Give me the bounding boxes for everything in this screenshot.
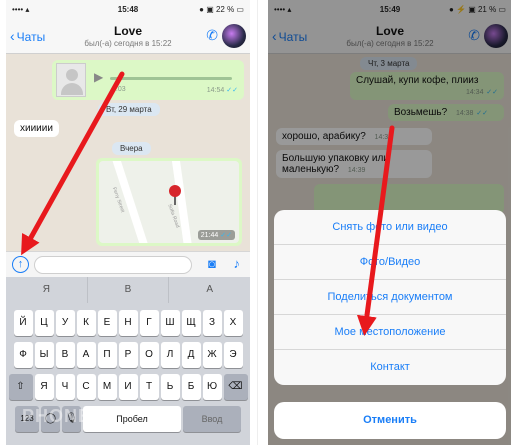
prediction-1[interactable]: Я bbox=[6, 277, 88, 303]
key[interactable]: Т bbox=[139, 374, 159, 400]
right-chat-screen: •••• ▴ 15:49 ● ⚡ ▣ 21 % ▭ ‹ Чаты Love был… bbox=[268, 0, 511, 445]
key[interactable]: Ш bbox=[160, 310, 180, 336]
key[interactable]: О bbox=[139, 342, 159, 368]
read-ticks-icon: ✓✓ bbox=[226, 87, 238, 94]
read-ticks-icon: ✓✓ bbox=[220, 232, 232, 239]
microphone-icon[interactable]: ♪ bbox=[234, 256, 241, 271]
key[interactable]: Р bbox=[118, 342, 138, 368]
watermark-logo: PHONES bbox=[22, 406, 105, 426]
avatar[interactable] bbox=[222, 24, 246, 48]
take-photo-video-option[interactable]: Снять фото или видео bbox=[274, 210, 506, 245]
share-document-option[interactable]: Поделиться документом bbox=[274, 280, 506, 315]
date-separator: Вчера bbox=[112, 142, 151, 155]
photo-video-option[interactable]: Фото/Видео bbox=[274, 245, 506, 280]
message-input[interactable] bbox=[34, 256, 192, 274]
camera-icon[interactable]: ◙ bbox=[208, 256, 216, 271]
play-icon[interactable]: ▶ bbox=[94, 70, 103, 84]
divider bbox=[257, 0, 258, 445]
battery-indicator: ● ▣ 22 % ▭ bbox=[199, 5, 244, 14]
status-bar: •••• ▴ 15:48 ● ▣ 22 % ▭ bbox=[6, 0, 250, 18]
key[interactable]: Ь bbox=[160, 374, 180, 400]
key[interactable]: И bbox=[118, 374, 138, 400]
chat-header: ‹ Чаты Love был(-а) сегодня в 15:22 ✆ bbox=[6, 18, 250, 54]
key[interactable]: Ф bbox=[13, 342, 33, 368]
key[interactable]: В bbox=[55, 342, 75, 368]
key[interactable]: Й bbox=[13, 310, 33, 336]
incoming-message[interactable]: хиииии bbox=[14, 120, 59, 137]
message-input-bar: ↑ ◙ ♪ bbox=[6, 251, 250, 277]
return-key[interactable]: Ввод bbox=[183, 406, 241, 432]
key[interactable]: Е bbox=[97, 310, 117, 336]
key[interactable]: М bbox=[97, 374, 117, 400]
message-time: 14:54 ✓✓ bbox=[206, 87, 238, 94]
shift-key[interactable]: ⇧ bbox=[8, 374, 33, 400]
key[interactable]: К bbox=[76, 310, 96, 336]
key[interactable]: П bbox=[97, 342, 117, 368]
key[interactable]: Я bbox=[34, 374, 54, 400]
key[interactable]: Х bbox=[223, 310, 243, 336]
key[interactable]: Ю bbox=[202, 374, 222, 400]
contact-option[interactable]: Контакт bbox=[274, 350, 506, 385]
backspace-key[interactable]: ⌫ bbox=[223, 374, 248, 400]
key[interactable]: З bbox=[202, 310, 222, 336]
attachment-action-sheet: Снять фото или видео Фото/Видео Поделить… bbox=[274, 210, 506, 385]
key[interactable]: Э bbox=[223, 342, 243, 368]
message-text: хиииии bbox=[20, 123, 53, 134]
prediction-bar: Я В А bbox=[6, 277, 250, 303]
left-chat-screen: •••• ▴ 15:48 ● ▣ 22 % ▭ ‹ Чаты Love был(-… bbox=[6, 0, 250, 445]
prediction-2[interactable]: В bbox=[88, 277, 170, 303]
key[interactable]: Ы bbox=[34, 342, 54, 368]
key-row-1: Й Ц У К Е Н Г Ш Щ З Х bbox=[8, 310, 248, 336]
key[interactable]: Щ bbox=[181, 310, 201, 336]
key[interactable]: Д bbox=[181, 342, 201, 368]
date-separator: Вт, 29 марта bbox=[98, 103, 160, 116]
phone-icon[interactable]: ✆ bbox=[206, 27, 218, 44]
key[interactable]: Н bbox=[118, 310, 138, 336]
key-row-2: Ф Ы В А П Р О Л Д Ж Э bbox=[8, 342, 248, 368]
key[interactable]: Г bbox=[139, 310, 159, 336]
key[interactable]: Ж bbox=[202, 342, 222, 368]
cancel-button[interactable]: Отменить bbox=[274, 402, 506, 439]
location-message[interactable]: Ferry Street Sofia Road 21:44 ✓✓ bbox=[96, 158, 242, 246]
voice-progress[interactable] bbox=[110, 77, 232, 80]
key[interactable]: Б bbox=[181, 374, 201, 400]
map-pin-icon bbox=[169, 185, 181, 197]
prediction-3[interactable]: А bbox=[169, 277, 250, 303]
key[interactable]: Ц bbox=[34, 310, 54, 336]
map-thumbnail: Ferry Street Sofia Road 21:44 ✓✓ bbox=[99, 161, 239, 243]
voice-duration: 0:03 bbox=[112, 86, 126, 93]
attach-icon[interactable]: ↑ bbox=[12, 256, 29, 273]
voice-avatar bbox=[56, 63, 86, 97]
key-row-3: ⇧ Я Ч С М И Т Ь Б Ю ⌫ bbox=[8, 374, 248, 400]
key[interactable]: Ч bbox=[55, 374, 75, 400]
key[interactable]: Л bbox=[160, 342, 180, 368]
key[interactable]: А bbox=[76, 342, 96, 368]
message-time: 21:44 ✓✓ bbox=[197, 230, 235, 240]
key[interactable]: С bbox=[76, 374, 96, 400]
my-location-option[interactable]: Мое местоположение bbox=[274, 315, 506, 350]
voice-message[interactable]: ▶ 0:03 14:54 ✓✓ bbox=[52, 60, 244, 100]
key[interactable]: У bbox=[55, 310, 75, 336]
